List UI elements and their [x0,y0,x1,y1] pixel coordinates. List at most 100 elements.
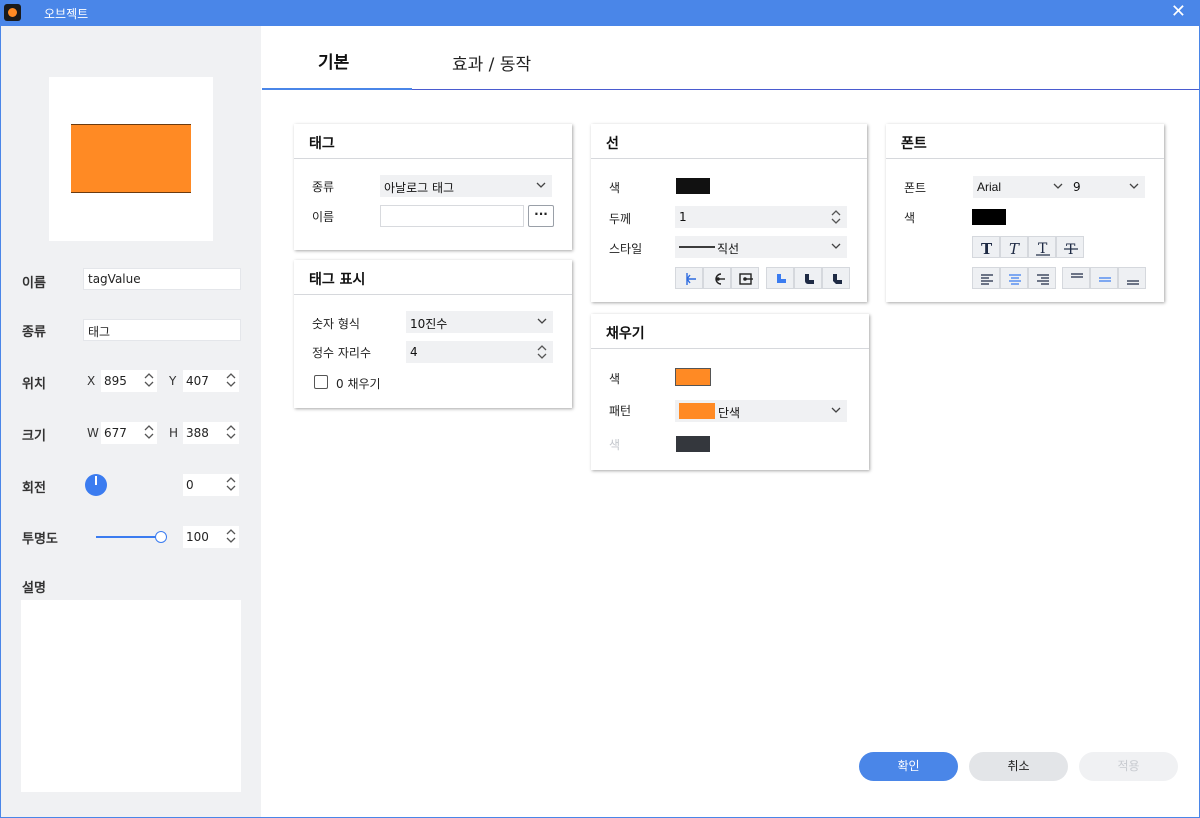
font-family-label: 폰트 [904,181,927,195]
y-label: Y [169,374,177,388]
align-right-button[interactable] [1028,267,1056,289]
font-size-select[interactable]: 9 [1069,176,1145,198]
zero-fill-checkbox[interactable] [314,375,328,389]
line-thickness-stepper[interactable]: 1 [675,206,847,228]
italic-button[interactable]: T [1000,236,1028,258]
align-center-button[interactable] [1000,267,1028,289]
line-thickness-label: 두께 [609,212,632,226]
line-thickness-value: 1 [679,210,687,224]
fill-pattern-label: 패턴 [609,404,632,418]
rotation-dial[interactable] [85,474,107,496]
tag-display-card-title: 태그 표시 [309,272,366,288]
align-center-icon [1009,274,1021,285]
align-left-icon [981,274,993,285]
stepper-arrows-icon[interactable] [226,424,236,440]
tab-effects-actions[interactable]: 효과 / 동작 [452,50,531,75]
y-stepper[interactable]: 407 [183,370,239,392]
stepper-arrows-icon[interactable] [144,372,154,388]
stepper-arrows-icon[interactable] [537,344,547,360]
name-field[interactable]: tagValue [83,268,241,290]
description-textarea[interactable] [21,600,241,792]
ok-button[interactable]: 확인 [859,752,958,781]
pattern-color-swatch[interactable] [676,436,710,452]
line-card: 선 색 두께 1 스타일 직선 [591,124,867,302]
pattern-preview-swatch [679,403,715,419]
size-label: 크기 [22,429,46,444]
bold-button[interactable]: T [972,236,1000,258]
align-top-button[interactable] [1062,267,1090,289]
cancel-button[interactable]: 취소 [969,752,1068,781]
opacity-stepper[interactable]: 100 [183,526,239,548]
number-format-select[interactable]: 10진수 [406,311,553,333]
stepper-arrows-icon[interactable] [226,528,236,544]
type-field[interactable]: 태그 [83,319,241,341]
h-stepper[interactable]: 388 [183,422,239,444]
underline-button[interactable]: T [1028,236,1056,258]
stepper-arrows-icon[interactable] [226,476,236,492]
integer-digits-value: 4 [410,345,418,359]
line-style-value: 직선 [717,242,740,256]
font-size-value: 9 [1073,180,1081,194]
font-color-swatch[interactable] [972,209,1006,225]
stepper-arrows-icon[interactable] [831,209,841,225]
close-icon[interactable]: ✕ [1171,3,1186,21]
align-right-icon [1037,274,1049,285]
x-stepper[interactable]: 895 [101,370,157,392]
chevron-down-icon [831,407,841,413]
line-cap-square-button[interactable] [731,267,759,289]
x-label: X [87,374,96,388]
divider [591,348,869,349]
font-family-value: Arial [977,180,1002,194]
align-bottom-button[interactable] [1118,267,1146,289]
opacity-slider-thumb[interactable] [155,531,167,543]
rotation-stepper[interactable]: 0 [183,474,239,496]
stepper-arrows-icon[interactable] [226,372,236,388]
preview-shape [71,124,191,193]
apply-button[interactable]: 적용 [1079,752,1178,781]
divider [886,158,1164,159]
tab-basic[interactable]: 기본 [318,48,349,73]
fill-pattern-value: 단색 [718,406,741,420]
line-join-bevel-button[interactable] [822,267,850,289]
align-left-button[interactable] [972,267,1000,289]
stepper-arrows-icon[interactable] [144,424,154,440]
tag-card: 태그 종류 아날로그 태그 이름 ··· [294,124,572,250]
fill-card-title: 채우기 [606,326,645,342]
tag-card-title: 태그 [309,136,335,152]
w-value: 677 [104,426,127,440]
line-color-swatch[interactable] [676,178,710,194]
tag-display-card: 태그 표시 숫자 형식 10진수 정수 자리수 4 0 채우기 [294,260,572,408]
opacity-label: 투명도 [22,532,58,547]
line-join-miter-button[interactable] [766,267,794,289]
tab-active-indicator [262,88,412,90]
number-format-value: 10진수 [410,317,448,331]
browse-tag-button[interactable]: ··· [528,205,554,227]
integer-digits-label: 정수 자리수 [312,346,372,360]
line-style-select[interactable]: 직선 [675,236,847,258]
pattern-color-label: 색 [609,438,621,452]
font-family-select[interactable]: Arial [973,176,1069,198]
align-middle-button[interactable] [1090,267,1118,289]
w-stepper[interactable]: 677 [101,422,157,444]
object-preview [49,77,213,241]
chevron-down-icon [537,318,547,324]
type-label: 종류 [22,325,46,340]
chevron-down-icon [831,243,841,249]
font-color-label: 색 [904,211,916,225]
svg-text:T: T [1038,241,1048,256]
tag-name-label: 이름 [312,210,335,224]
tag-type-select[interactable]: 아날로그 태그 [380,175,552,197]
chevron-down-icon [536,182,546,188]
opacity-slider-track[interactable] [96,536,160,538]
title-bar: 오브젝트 ✕ [0,0,1200,26]
integer-digits-stepper[interactable]: 4 [406,341,553,363]
fill-pattern-select[interactable]: 단색 [675,400,847,422]
fill-color-swatch[interactable] [675,368,711,386]
line-cap-round-button[interactable] [703,267,731,289]
line-join-round-button[interactable] [794,267,822,289]
app-icon [4,4,21,21]
tag-name-input[interactable] [380,205,524,227]
line-cap-left-button[interactable] [675,267,703,289]
x-value: 895 [104,374,127,388]
strikethrough-button[interactable]: T [1056,236,1084,258]
